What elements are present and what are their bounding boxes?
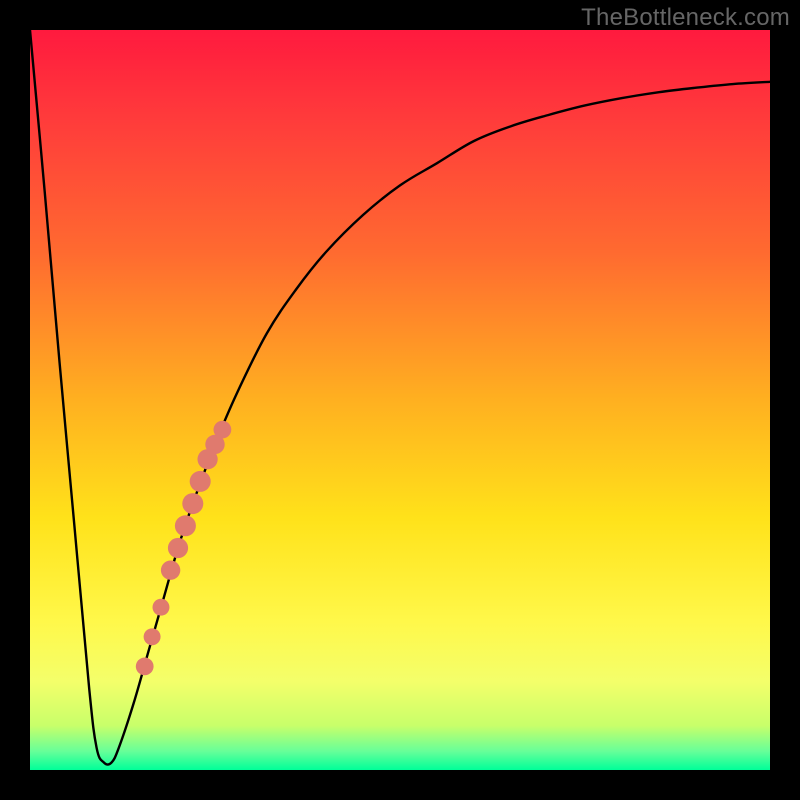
highlight-marker bbox=[182, 493, 203, 514]
highlight-marker bbox=[190, 471, 211, 492]
watermark-text: TheBottleneck.com bbox=[581, 4, 790, 32]
highlight-marker bbox=[175, 515, 196, 536]
highlight-marker bbox=[153, 599, 170, 616]
chart-frame: { "watermark": "TheBottleneck.com", "col… bbox=[0, 0, 800, 800]
bottleneck-chart bbox=[0, 0, 800, 800]
highlight-marker bbox=[144, 628, 161, 645]
highlight-marker bbox=[136, 658, 154, 676]
highlight-marker bbox=[161, 561, 180, 580]
highlight-marker bbox=[168, 538, 188, 558]
highlight-marker bbox=[214, 421, 232, 439]
